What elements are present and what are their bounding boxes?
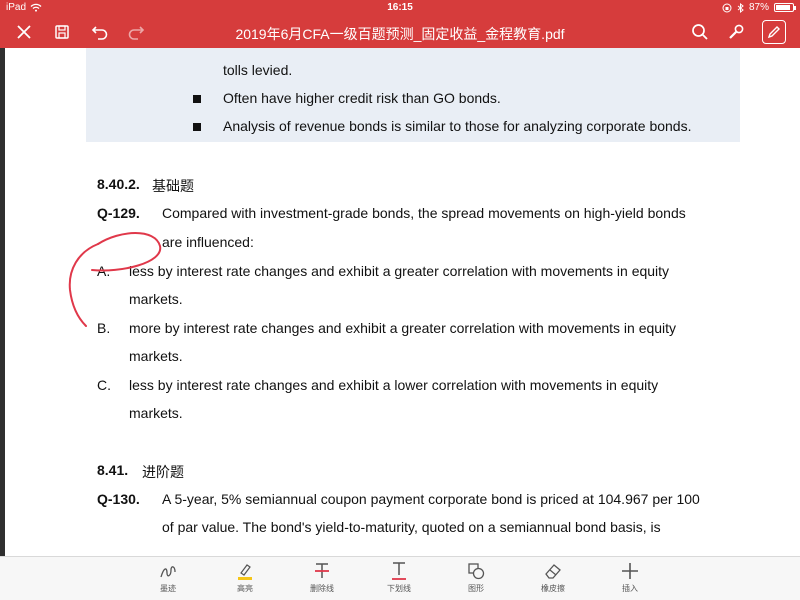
underline-icon [388,561,410,581]
strikethrough-tool[interactable]: 删除线 [292,561,352,594]
shapes-icon [465,561,487,581]
shaded-partial-line: tolls levied. [223,62,293,78]
orientation-lock-icon [722,3,732,12]
section-title: 基础题 [152,178,194,194]
shaded-bullet-2: Analysis of revenue bonds is similar to … [223,118,692,134]
question-stem: Compared with investment-grade bonds, th… [162,205,686,221]
pdf-page[interactable]: tolls levied. Often have higher credit r… [0,48,800,556]
battery-percentage: 87% [748,2,769,13]
bluetooth-icon [737,2,744,13]
underline-tool[interactable]: 下划线 [369,561,429,594]
document-title: 2019年6月CFA一级百题预测_固定收益_金程教育.pdf [235,26,565,42]
close-icon [17,25,31,39]
pencil-icon [767,26,780,39]
option-b-text-cont: markets. [129,348,183,364]
redo-button[interactable] [124,20,148,44]
section-title: 进阶题 [142,464,184,480]
status-bar: iPad 16:15 87% [0,0,800,16]
strikethrough-icon [311,561,333,581]
ink-icon [157,561,179,581]
ink-annotation[interactable] [60,218,180,338]
battery-icon [774,3,796,12]
annotate-mode-button[interactable] [762,20,786,44]
clock: 16:15 [387,2,413,13]
bullet-icon [193,95,201,103]
top-toolbar: 2019年6月CFA一级百题预测_固定收益_金程教育.pdf [0,16,800,48]
shapes-tool[interactable]: 图形 [446,561,506,594]
redo-icon [128,26,145,40]
shaded-bullet-1: Often have higher credit risk than GO bo… [223,90,501,106]
option-c-text-cont: markets. [129,405,183,421]
highlighter-icon [234,561,256,581]
eraser-icon [542,561,564,581]
search-button[interactable] [688,20,712,44]
option-c-text: less by interest rate changes and exhibi… [129,377,659,393]
option-a-text: less by interest rate changes and exhibi… [129,263,670,279]
question-stem: A 5-year, 5% semiannual coupon payment c… [162,491,700,507]
question-stem-cont: of par value. The bond's yield-to-maturi… [162,519,661,535]
section-number: 8.40.2. [97,176,140,192]
page-edge [0,48,5,556]
eraser-tool[interactable]: 橡皮擦 [523,561,583,594]
save-button[interactable] [50,20,74,44]
wrench-icon [729,24,744,39]
option-b-text: more by interest rate changes and exhibi… [129,320,677,336]
insert-tool[interactable]: 插入 [600,561,660,594]
undo-icon [91,26,108,40]
undo-button[interactable] [88,20,112,44]
save-icon [55,25,69,39]
tools-button[interactable] [724,20,748,44]
question-label: Q-130. [97,491,140,507]
ink-tool[interactable]: 墨迹 [138,561,198,594]
annotation-toolbar: 墨迹 高亮 删除线 下划线 图形 橡皮擦 插入 [0,556,800,600]
section-number: 8.41. [97,462,129,478]
plus-icon [619,561,641,581]
bullet-icon [193,123,201,131]
highlight-tool[interactable]: 高亮 [215,561,275,594]
close-button[interactable] [12,20,36,44]
option-letter: C. [97,377,111,393]
search-icon [692,24,708,40]
